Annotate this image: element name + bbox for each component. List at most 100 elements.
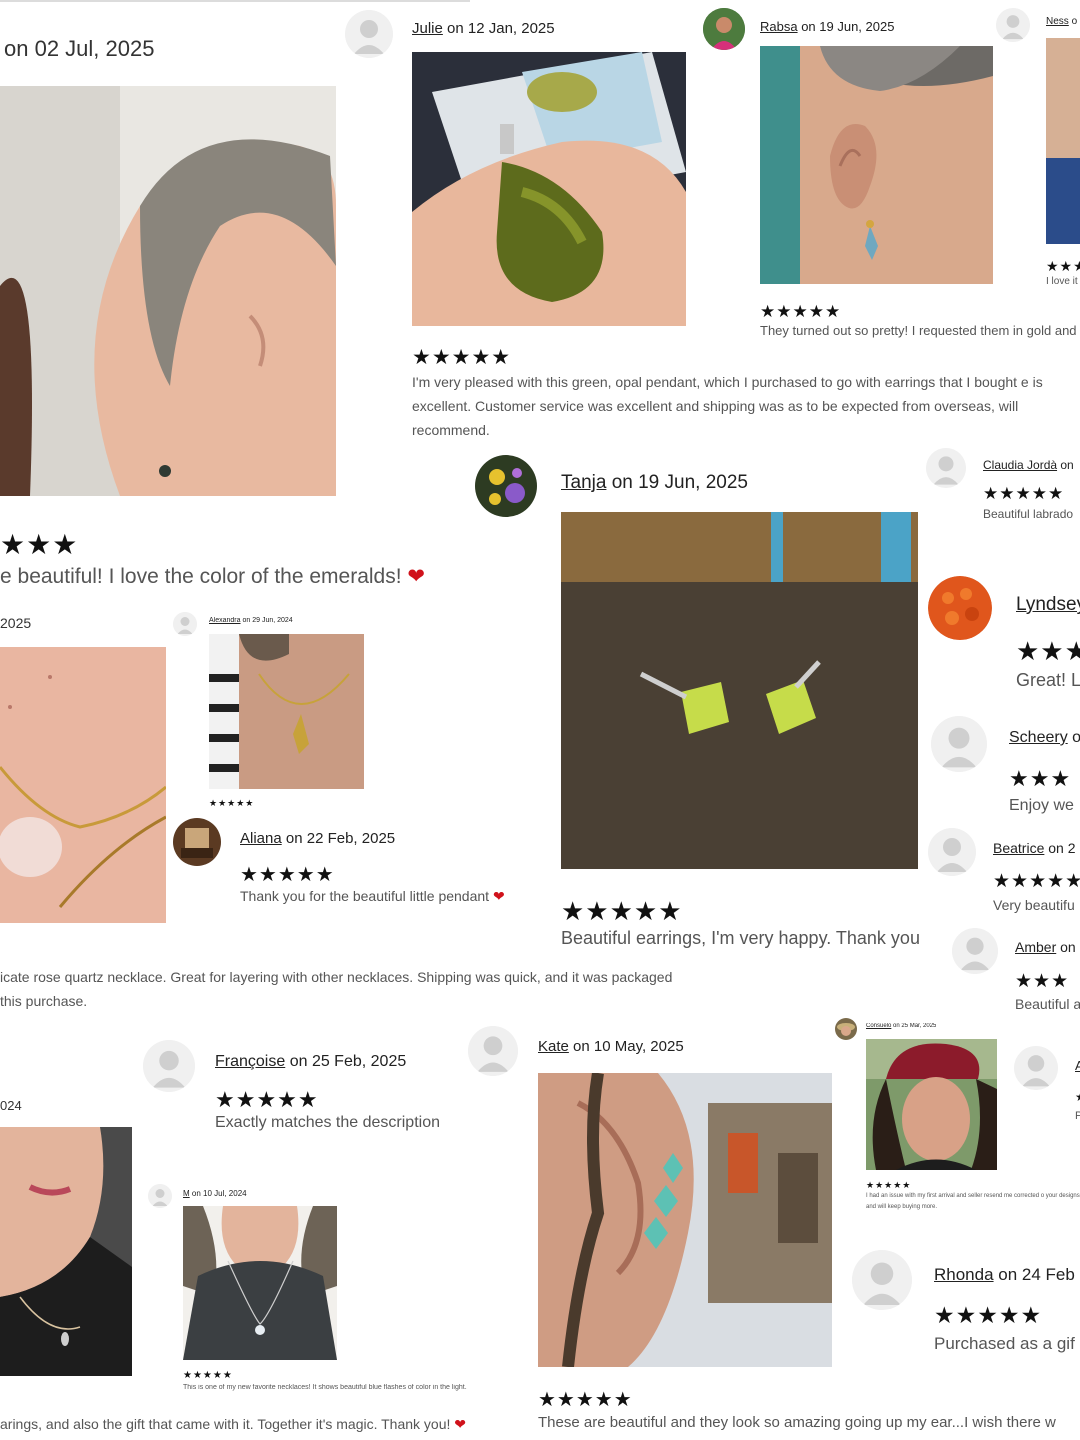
reviewer-name-link[interactable]: Rhonda (934, 1265, 994, 1284)
reviewer-name-link[interactable]: M (183, 1189, 190, 1198)
review-photo[interactable] (1046, 38, 1080, 244)
star-rating: ★★★★★ (760, 302, 842, 321)
star-rating: ★★★ (1046, 258, 1080, 274)
reviewer-name-link[interactable]: Lyndsey (1016, 594, 1080, 615)
review-text: e beautiful! I love the color of the eme… (0, 564, 425, 589)
review-photo-woman-earring[interactable] (0, 86, 336, 496)
reviewer-line: Ness o (1046, 16, 1080, 27)
reviewer-line: Rabsa on 19 Jun, 2025 (760, 19, 894, 34)
review-date: on 25 Feb, 2025 (285, 1053, 407, 1070)
reviewer-name-link[interactable]: A (1075, 1058, 1080, 1073)
avatar (835, 1018, 857, 1040)
star-rating: ★★★★★ (209, 798, 255, 808)
reviewer-line: Kate on 10 May, 2025 (538, 1038, 684, 1055)
reviewer-line: Consuelo on 25 Mar, 2025 (866, 1023, 936, 1029)
review-photo-ear-climber-earrings[interactable] (538, 1073, 832, 1367)
star-rating: ★★★ (1015, 971, 1070, 992)
star-rating: ★★★★★ (412, 346, 512, 369)
review-date: on 02 Jul, 2025 (4, 36, 155, 61)
review-text: Beautiful labrado (983, 507, 1074, 521)
avatar-placeholder-icon (928, 828, 976, 876)
star-rating: ★★★★★ (240, 864, 335, 886)
review-text: Very beautifu (993, 897, 1075, 913)
avatar (475, 455, 537, 517)
review-date: 2025 (0, 615, 32, 631)
review-date: o (1067, 729, 1080, 746)
review-text: Enjoy we (1009, 797, 1074, 814)
star-rating: ★★★★★ (183, 1370, 233, 1381)
review-text: Beautiful earrings, I'm very happy. Than… (561, 928, 920, 948)
star-rating: ★★★★★ (934, 1302, 1043, 1328)
avatar (703, 8, 745, 50)
reviewer-name-link[interactable]: Aliana (240, 830, 282, 847)
avatar-placeholder-icon (468, 1026, 518, 1076)
review-photo-green-pendant[interactable] (412, 52, 686, 326)
review-text: P (1075, 1110, 1080, 1122)
reviewer-name-link[interactable]: Julie (412, 20, 443, 37)
reviewer-name-link[interactable]: Kate (538, 1038, 569, 1055)
star-rating: ★★★★★ (993, 871, 1080, 892)
review-text: Exactly matches the description (215, 1114, 440, 1131)
star-rating: ★★★★★ (561, 896, 683, 926)
review-date: on (1056, 939, 1076, 955)
review-date: on 29 Jun, 2024 (240, 617, 293, 624)
reviewer-line: Beatrice on 2 (993, 840, 1080, 856)
heart-icon: ❤ (454, 1416, 467, 1432)
avatar-placeholder-icon (996, 8, 1030, 42)
review-photo-ear-gold-earring[interactable] (760, 46, 993, 284)
star-rating: ★★★★★ (538, 1389, 633, 1411)
avatar (173, 818, 221, 866)
review-text: I had an issue with my first arrival and… (866, 1193, 1080, 1210)
review-date: on 24 Feb (993, 1265, 1075, 1284)
star-rating: ★★★ (0, 529, 79, 560)
review-text: Great! L (1016, 670, 1080, 690)
review-date: on 22 Feb, 2025 (281, 830, 396, 847)
reviewer-name-link[interactable]: Françoise (215, 1053, 285, 1070)
avatar-placeholder-icon (952, 928, 998, 974)
review-text: This is one of my new favorite necklaces… (183, 1384, 467, 1391)
divider (0, 0, 470, 2)
reviewer-name-link[interactable]: Tanja (561, 472, 606, 493)
reviewer-line: A (1075, 1058, 1080, 1073)
review-photo-rose-quartz-necklace[interactable] (0, 647, 166, 923)
reviewer-name-link[interactable]: Beatrice (993, 840, 1044, 856)
reviewer-name-link[interactable]: Claudia Jordà (983, 458, 1057, 472)
reviewer-name-link[interactable]: Ness (1046, 16, 1069, 27)
review-text: this purchase. (0, 993, 88, 1009)
review-text: icate rose quartz necklace. Great for la… (0, 969, 673, 985)
reviewer-name-link[interactable]: Scheery (1009, 729, 1068, 746)
review-photo-leaf-pendant[interactable] (209, 634, 364, 789)
review-photo-woman-red-hat[interactable] (866, 1039, 997, 1170)
avatar-placeholder-icon (345, 10, 393, 58)
star-rating: ★★★ (1016, 636, 1080, 666)
review-text: I'm very pleased with this green, opal p… (412, 374, 1043, 438)
review-date: on 19 Jun, 2025 (606, 472, 748, 493)
reviewer-name-link[interactable]: Consuelo (866, 1023, 891, 1029)
review-photo-green-stud-earrings[interactable] (561, 512, 918, 869)
reviewer-name-link[interactable]: Amber (1015, 939, 1056, 955)
review-text: They turned out so pretty! I requested t… (760, 323, 1077, 338)
reviewer-line: Aliana on 22 Feb, 2025 (240, 830, 395, 847)
review-text-content: Thank you for the beautiful little penda… (240, 888, 490, 904)
review-date: on 10 May, 2025 (568, 1038, 684, 1055)
reviewer-line: M on 10 Jul, 2024 (183, 1189, 247, 1198)
avatar-placeholder-icon (1014, 1046, 1058, 1090)
star-rating: ★ (1075, 1090, 1080, 1104)
reviewer-name-link[interactable]: Alexandra (209, 617, 241, 624)
reviewer-line: Amber on (1015, 939, 1080, 955)
star-rating: ★★★★★ (983, 484, 1065, 503)
review-text: I love it (1046, 276, 1078, 287)
review-date: on 19 Jun, 2025 (797, 19, 895, 34)
review-photo-woman-necklace[interactable] (0, 1127, 132, 1376)
heart-icon: ❤ (407, 565, 426, 588)
star-rating: ★★★★★ (866, 1180, 912, 1190)
reviewer-line: Claudia Jordà on (983, 458, 1080, 472)
reviewer-name-link[interactable]: Rabsa (760, 19, 798, 34)
reviewer-line: Rhonda on 24 Feb (934, 1265, 1080, 1285)
review-text-content: e beautiful! I love the color of the eme… (0, 565, 402, 588)
reviewer-line: Alexandra on 29 Jun, 2024 (209, 617, 293, 624)
review-date: on (1057, 458, 1074, 472)
avatar-placeholder-icon (931, 716, 987, 772)
review-photo-moon-necklace[interactable] (183, 1206, 337, 1360)
avatar (928, 576, 992, 640)
